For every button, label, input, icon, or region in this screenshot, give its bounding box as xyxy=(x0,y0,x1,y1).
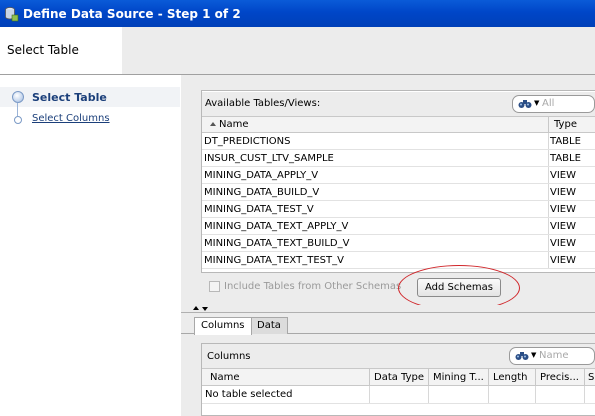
table-row[interactable]: MINING_DATA_TEXT_TEST_V VIEW xyxy=(202,252,595,269)
column-header-precision[interactable]: Precis... xyxy=(540,372,579,383)
collapse-up-icon[interactable] xyxy=(193,306,199,310)
title-bar: Define Data Source - Step 1 of 2 xyxy=(0,0,595,27)
page-title: Select Table xyxy=(7,43,79,57)
tab-data[interactable]: Data xyxy=(250,317,288,334)
column-header-data-type[interactable]: Data Type xyxy=(374,372,424,383)
column-header-length[interactable]: Length xyxy=(493,372,528,383)
include-other-schemas-checkbox[interactable] xyxy=(209,281,220,292)
columns-search-field[interactable]: ▼ Name xyxy=(509,347,595,365)
column-header-name[interactable]: Name xyxy=(210,119,249,130)
column-header-type[interactable]: Type xyxy=(554,119,577,130)
table-row[interactable]: DT_PREDICTIONS TABLE xyxy=(202,133,595,150)
expand-down-icon[interactable] xyxy=(202,307,208,311)
table-row[interactable]: MINING_DATA_TEXT_BUILD_V VIEW xyxy=(202,235,595,252)
step-select-columns[interactable]: Select Columns xyxy=(32,113,110,124)
sort-ascending-icon xyxy=(210,122,216,126)
tables-search-placeholder: All xyxy=(542,98,555,109)
columns-header: Name Data Type Mining T... Length Precis… xyxy=(202,368,595,386)
binoculars-icon[interactable] xyxy=(518,99,532,109)
table-row[interactable]: MINING_DATA_TEXT_APPLY_V VIEW xyxy=(202,218,595,235)
panel-splitter[interactable] xyxy=(181,305,595,313)
available-tables-label: Available Tables/Views: xyxy=(205,98,321,109)
include-other-schemas-label: Include Tables from Other Schemas xyxy=(224,281,402,292)
chevron-down-icon[interactable]: ▼ xyxy=(531,351,536,359)
tables-header: Name Type xyxy=(202,116,595,133)
table-row[interactable]: MINING_DATA_APPLY_V VIEW xyxy=(202,167,595,184)
data-source-icon xyxy=(3,6,19,22)
chevron-down-icon[interactable]: ▼ xyxy=(534,99,539,107)
step-current-icon xyxy=(12,91,24,103)
columns-search-placeholder: Name xyxy=(539,350,569,361)
column-header-name[interactable]: Name xyxy=(210,372,240,383)
column-header-mining-type[interactable]: Mining T... xyxy=(433,372,484,383)
tables-list: DT_PREDICTIONS TABLE INSUR_CUST_LTV_SAMPL… xyxy=(202,133,595,269)
tables-search-field[interactable]: ▼ All xyxy=(512,95,595,113)
tab-columns[interactable]: Columns xyxy=(194,317,252,335)
window-title: Define Data Source - Step 1 of 2 xyxy=(23,6,241,21)
step-select-table[interactable]: Select Table xyxy=(32,91,107,104)
page-header: Select Table xyxy=(0,27,595,74)
columns-label: Columns xyxy=(207,351,251,362)
table-row[interactable]: MINING_DATA_TEST_V VIEW xyxy=(202,201,595,218)
table-row[interactable]: MINING_DATA_BUILD_V VIEW xyxy=(202,184,595,201)
empty-row: No table selected xyxy=(202,386,595,404)
table-row[interactable]: INSUR_CUST_LTV_SAMPLE TABLE xyxy=(202,150,595,167)
binoculars-icon[interactable] xyxy=(515,351,529,361)
empty-message: No table selected xyxy=(205,389,293,400)
column-header-scale[interactable]: S xyxy=(588,372,594,383)
step-pending-icon xyxy=(14,116,22,124)
